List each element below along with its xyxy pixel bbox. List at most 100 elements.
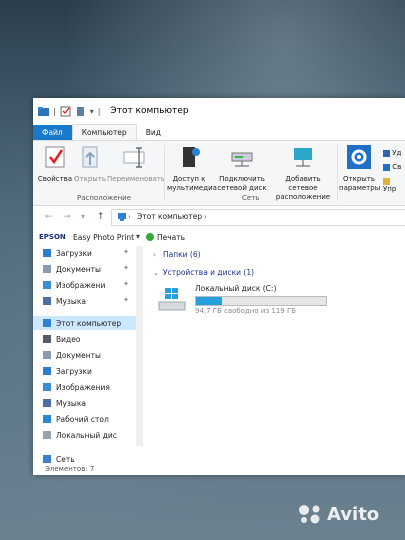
sidebar-item-label: Локальный дис [56, 430, 117, 440]
media-server-icon [183, 147, 200, 167]
network-location-icon [294, 148, 312, 167]
ribbon: Свойства Открыть Переименовать Расположе… [33, 140, 405, 206]
command-bar: EPSON Easy Photo Print ▾ Печать [33, 230, 405, 246]
sidebar-item-label: Изображения [56, 382, 110, 392]
back-button[interactable]: ← [45, 212, 53, 222]
media-access-label-1: Доступ к [172, 175, 206, 183]
group-separator [337, 145, 338, 201]
address-field[interactable]: › Этот компьютер › [111, 209, 405, 226]
documents-icon [43, 265, 51, 273]
sidebar-item-label: Рабочий стол [56, 414, 109, 424]
breadcrumb-chevron[interactable]: › [128, 213, 131, 221]
chevron-right-icon[interactable]: › [153, 250, 156, 259]
print-button[interactable]: Печать [157, 233, 185, 242]
music-icon [43, 399, 51, 407]
drive-icon [43, 431, 51, 439]
sidebar-item-label: Изображени [56, 280, 106, 290]
drive-name[interactable]: Локальный диск (C:) [195, 284, 276, 293]
checkbox-icon [383, 163, 390, 171]
sidebar-item[interactable]: Музыка [43, 396, 86, 410]
chevron-down-icon[interactable]: ⌄ [153, 268, 159, 277]
print-icon [146, 233, 154, 241]
properties-button[interactable]: Свойства [37, 145, 73, 184]
open-icon [82, 146, 98, 168]
breadcrumb-chevron[interactable]: › [204, 213, 207, 221]
sidebar-item-label: Документы [56, 264, 101, 274]
open-button[interactable]: Открыть [73, 145, 107, 184]
properties-label: Свойства [37, 175, 73, 183]
sidebar-item[interactable]: Документы [43, 348, 101, 362]
drive-usage-bar [195, 296, 327, 306]
pin-icon[interactable]: ✦ [123, 280, 129, 288]
properties-icon [45, 146, 65, 168]
system-properties-label: Св [392, 163, 402, 171]
sidebar-item[interactable]: Документы [43, 262, 101, 276]
manage-label: Упр [383, 185, 397, 193]
system-properties-item[interactable]: Св [383, 163, 401, 171]
tab-view[interactable]: Вид [137, 125, 170, 140]
separator: | [97, 106, 101, 116]
pin-icon[interactable]: ✦ [123, 296, 129, 304]
drive-icon [158, 288, 186, 311]
tab-computer[interactable]: Компьютер [71, 124, 137, 140]
gear-icon [347, 145, 371, 169]
uninstall-item[interactable]: Уд [383, 149, 401, 157]
forward-button[interactable]: → [63, 212, 71, 222]
network-icon [43, 455, 51, 463]
add-network-location-button[interactable]: Добавить сетевое расположение [271, 145, 335, 202]
computer-icon [43, 319, 51, 327]
sidebar-item[interactable]: Рабочий стол [43, 412, 109, 426]
status-bar: Элементов: 7 [45, 465, 95, 473]
sidebar-item-label: Музыка [56, 296, 86, 306]
nav-scrollbar[interactable] [136, 246, 143, 446]
network-drive-icon [231, 152, 253, 167]
navigation-pane: Загрузки ✦ Документы ✦ Изображени ✦ Музыка ✦ Это… [33, 246, 143, 464]
rename-icon [123, 147, 145, 168]
recent-dropdown[interactable]: ▾ [81, 212, 85, 221]
pictures-icon [43, 281, 51, 289]
sidebar-item[interactable]: Этот компьютер [33, 316, 141, 330]
avito-watermark: Avito [298, 502, 388, 526]
open-settings-button[interactable]: Открыть параметры [339, 145, 380, 193]
sidebar-item-label: Музыка [56, 398, 86, 408]
explorer-window: | ▾ | Этот компьютер Файл Компьютер Вид … [33, 98, 405, 475]
rename-button[interactable]: Переименовать [107, 145, 165, 184]
sidebar-item[interactable]: Изображени [43, 278, 105, 292]
sidebar-item[interactable]: Изображения [43, 380, 110, 394]
tab-file[interactable]: Файл [33, 125, 72, 140]
section-devices[interactable]: Устройства и диски (1) [163, 268, 254, 277]
local-disk-tile[interactable] [155, 284, 189, 312]
manage-item[interactable]: Упр [383, 177, 405, 193]
pin-icon[interactable]: ✦ [123, 264, 129, 272]
folder-icon [38, 106, 49, 116]
media-access-button[interactable]: Доступ к мультимедиа [167, 145, 217, 193]
title-bar: | ▾ | Этот компьютер [33, 98, 405, 124]
sidebar-item[interactable]: Загрузки [43, 364, 92, 378]
documents-icon [43, 351, 51, 359]
sidebar-item-label: Документы [56, 350, 101, 360]
epson-logo: EPSON [39, 233, 66, 241]
map-drive-label-2: сетевой диск [217, 184, 267, 192]
quick-access-dropdown[interactable]: ▾ [90, 107, 94, 116]
open-settings-label-1: Открыть [343, 175, 375, 183]
video-icon [43, 335, 51, 343]
music-icon [43, 297, 51, 305]
sidebar-item[interactable]: Загрузки [43, 246, 92, 260]
section-folders[interactable]: Папки (6) [163, 250, 201, 259]
chevron-down-icon[interactable]: ▾ [136, 232, 140, 241]
sidebar-item-label: Загрузки [56, 248, 92, 258]
pictures-icon [43, 383, 51, 391]
map-network-drive-button[interactable]: Подключить сетевой диск [216, 145, 268, 193]
up-button[interactable]: ↑ [97, 212, 105, 222]
open-label: Открыть [74, 175, 106, 183]
new-folder-quick-icon[interactable] [75, 106, 86, 117]
group-location-label: Расположение [77, 194, 132, 202]
sidebar-item[interactable]: Локальный дис [43, 428, 117, 442]
breadcrumb[interactable]: Этот компьютер [137, 212, 202, 221]
sidebar-item[interactable]: Видео [43, 332, 80, 346]
pin-icon[interactable]: ✦ [123, 248, 129, 256]
properties-quick-icon[interactable] [60, 106, 71, 117]
add-location-label-2: расположение [275, 193, 331, 201]
sidebar-item[interactable]: Музыка [43, 294, 86, 308]
easy-photo-print-button[interactable]: Easy Photo Print [73, 233, 134, 242]
